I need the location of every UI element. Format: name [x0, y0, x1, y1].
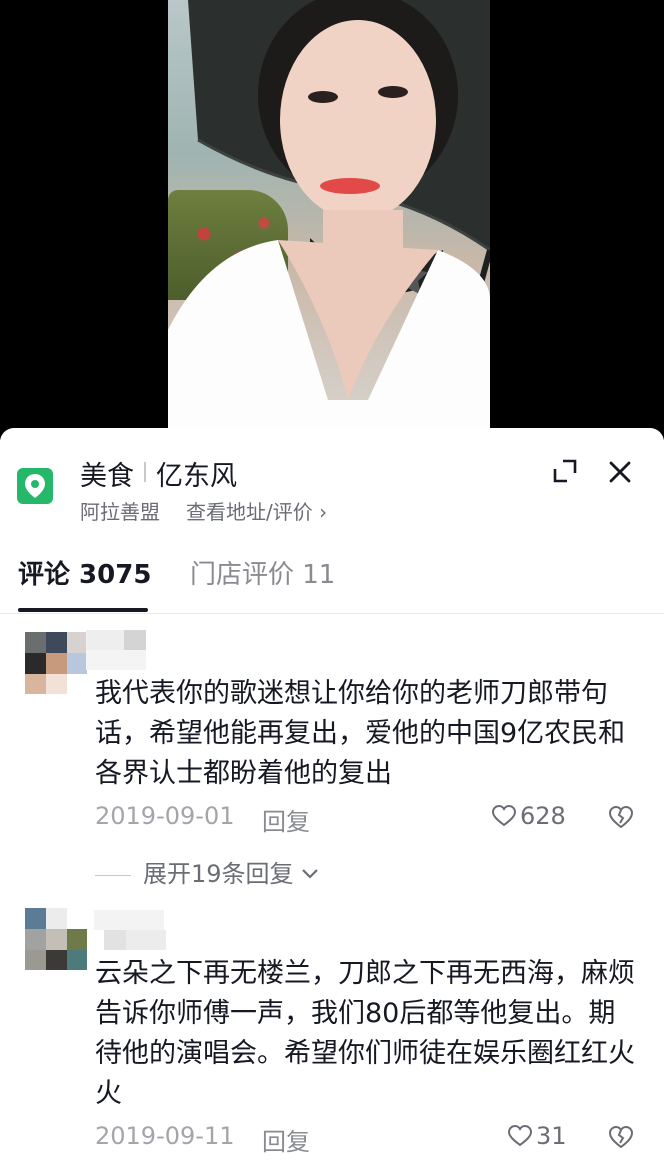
broken-heart-icon[interactable] — [608, 1124, 634, 1150]
poi-region: 阿拉善盟 — [80, 500, 160, 524]
poi-header[interactable]: 美食 亿东风 阿拉善盟 查看地址/评价 › — [0, 428, 664, 538]
username-blurred[interactable] — [86, 910, 176, 954]
divider-line — [95, 874, 131, 876]
close-icon[interactable] — [606, 458, 634, 486]
active-tab-indicator — [18, 608, 148, 612]
comments-sheet: 美食 亿东风 阿拉善盟 查看地址/评价 › 评论 3075 门店评价 11 我代… — [0, 428, 664, 1160]
comment-tabs: 评论 3075 门店评价 11 — [0, 546, 664, 614]
expand-replies-label: 展开19条回复 — [143, 860, 294, 888]
username-blurred[interactable] — [86, 630, 176, 674]
view-address-label: 查看地址/评价 — [186, 500, 313, 524]
heart-icon — [491, 804, 517, 827]
avatar[interactable] — [25, 632, 87, 694]
video-player[interactable] — [0, 0, 664, 440]
heart-icon — [507, 1124, 533, 1147]
like-count: 628 — [520, 802, 566, 830]
chevron-right-icon: › — [319, 500, 328, 524]
comment-date: 2019-09-11 — [95, 1122, 235, 1150]
expand-replies-button[interactable]: 展开19条回复 — [95, 854, 319, 889]
chevron-down-icon — [302, 869, 318, 879]
poi-divider — [144, 462, 146, 482]
view-address-link[interactable]: 查看地址/评价 › — [186, 496, 327, 525]
poi-name: 亿东风 — [156, 461, 237, 492]
comment-text: 我代表你的歌迷想让你给你的老师刀郎带句话，希望他能再复出，爱他的中国9亿农民和各… — [95, 678, 626, 789]
comment-text: 云朵之下再无楼兰，刀郎之下再无西海，麻烦告诉你师傅一声，我们80后都等他复出。期… — [95, 958, 635, 1109]
broken-heart-icon[interactable] — [608, 804, 634, 830]
location-pin-icon — [17, 468, 53, 504]
poi-category: 美食 — [80, 461, 134, 492]
avatar[interactable] — [25, 908, 87, 970]
expand-icon[interactable] — [552, 458, 578, 484]
tab-store-reviews[interactable]: 门店评价 11 — [190, 554, 335, 591]
comment-date: 2019-09-01 — [95, 802, 235, 830]
video-frame — [168, 0, 490, 440]
woman-with-umbrella-image — [168, 0, 490, 440]
like-button[interactable]: 31 — [507, 1122, 567, 1150]
like-count: 31 — [536, 1122, 567, 1150]
like-button[interactable]: 628 — [491, 802, 566, 830]
reply-button[interactable]: 回复 — [262, 802, 310, 837]
reply-button[interactable]: 回复 — [262, 1122, 310, 1157]
tab-comments[interactable]: 评论 3075 — [18, 554, 151, 591]
